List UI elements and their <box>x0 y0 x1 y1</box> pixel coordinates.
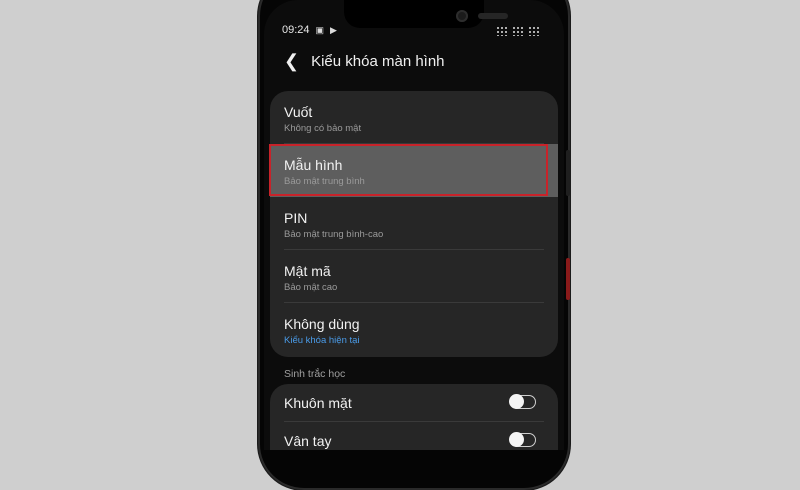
biometrics-list: Khuôn mặt Vân tay <box>270 384 558 450</box>
screen-header: ❮ Kiểu khóa màn hình <box>284 52 445 70</box>
lock-option-subtitle: Không có bảo mật <box>284 123 362 134</box>
volume-button <box>566 150 570 196</box>
lock-option-password[interactable]: Mật mã Bảo mật cao <box>270 250 558 303</box>
status-bar-left: 09:24 ▣ ▶ <box>282 24 337 36</box>
signal-icon <box>496 26 508 36</box>
face-toggle-switch[interactable] <box>509 394 536 409</box>
earpiece-speaker <box>478 13 508 19</box>
current-lock-label: Kiểu khóa hiện tại <box>284 335 360 346</box>
biometric-label: Khuôn mặt <box>284 395 352 411</box>
back-arrow-icon[interactable]: ❮ <box>284 52 299 70</box>
gallery-notification-icon: ▣ <box>315 24 325 35</box>
notch <box>344 0 508 28</box>
fingerprint-toggle-switch[interactable] <box>509 432 536 447</box>
play-notification-icon: ▶ <box>330 24 337 35</box>
toggle-knob <box>509 432 524 447</box>
lock-option-title: Vuốt <box>284 104 313 120</box>
biometric-label: Vân tay <box>284 433 332 449</box>
front-camera-icon <box>456 10 468 22</box>
lock-option-title: Mật mã <box>284 263 331 279</box>
biometric-fingerprint-row[interactable]: Vân tay <box>270 422 558 450</box>
biometrics-section-title: Sinh trắc học <box>284 368 346 380</box>
lock-option-swipe[interactable]: Vuốt Không có bảo mật <box>270 91 558 144</box>
lock-option-subtitle: Bảo mật cao <box>284 282 338 293</box>
status-time: 09:24 <box>282 24 310 36</box>
wifi-icon <box>512 26 524 36</box>
toggle-knob <box>509 394 524 409</box>
phone-screen: 09:24 ▣ ▶ ❮ Kiểu khóa màn hình Vuốt Khôn… <box>264 0 564 450</box>
lock-type-list: Vuốt Không có bảo mật Mẫu hình Bảo mật t… <box>270 91 558 357</box>
biometric-face-row[interactable]: Khuôn mặt <box>270 384 558 422</box>
selection-highlight-box <box>269 144 548 196</box>
battery-icon <box>528 26 540 36</box>
lock-option-title: PIN <box>284 210 308 226</box>
lock-option-title: Không dùng <box>284 316 360 332</box>
lock-option-pin[interactable]: PIN Bảo mật trung bình-cao <box>270 197 558 250</box>
page-title: Kiểu khóa màn hình <box>311 52 445 70</box>
status-bar-right <box>496 26 540 36</box>
lock-option-subtitle: Bảo mật trung bình-cao <box>284 229 384 240</box>
lock-option-none[interactable]: Không dùng Kiểu khóa hiện tại <box>270 303 558 356</box>
power-button <box>566 258 570 300</box>
